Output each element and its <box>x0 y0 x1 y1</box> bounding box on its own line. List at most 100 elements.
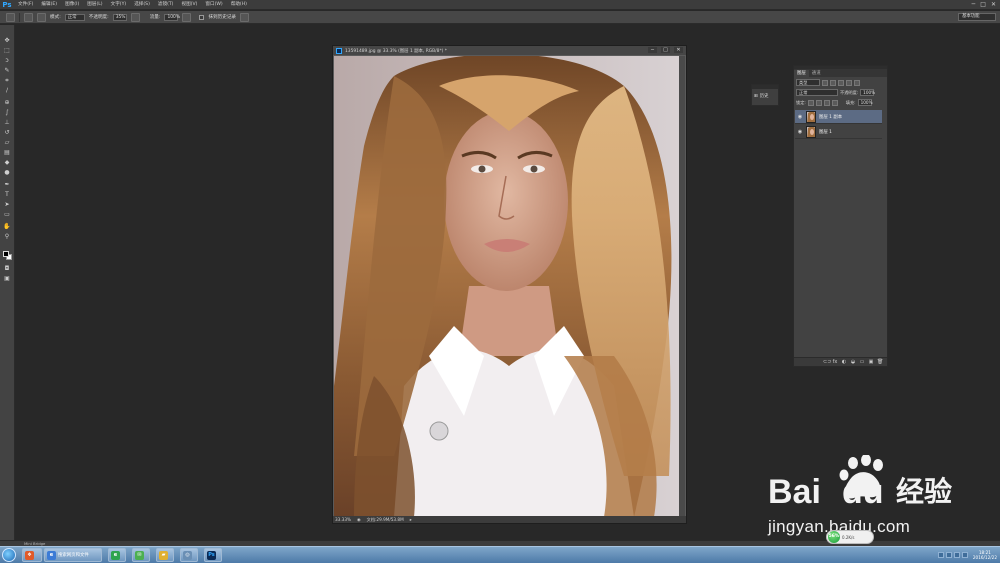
history-brush-tool-icon[interactable]: ↺ <box>3 129 11 136</box>
lasso-tool-icon[interactable]: ↄ <box>3 57 11 64</box>
crop-tool-icon[interactable]: ⌗ <box>3 77 11 84</box>
fill-field[interactable]: 100% <box>857 99 873 106</box>
clone-stamp-tool-icon[interactable]: ⊥ <box>3 119 11 126</box>
history-panel-button[interactable]: ⊞ 历史 <box>754 93 768 100</box>
menu-layer[interactable]: 图层(L) <box>83 0 106 10</box>
photoshop-window: Ps 文件(F) 编辑(E) 图像(I) 图层(L) 文字(Y) 选择(S) 滤… <box>0 0 1000 563</box>
menu-edit[interactable]: 编辑(E) <box>37 0 61 10</box>
tab-layers[interactable]: 图层 <box>794 70 809 77</box>
move-tool-icon[interactable]: ✥ <box>3 37 11 44</box>
doc-close-icon[interactable]: ✕ <box>674 47 683 53</box>
layer-row[interactable]: ◉ 图层 1 <box>795 125 882 139</box>
blur-tool-icon[interactable]: ◆ <box>3 159 11 166</box>
airbrush-icon[interactable] <box>182 12 192 22</box>
shape-tool-icon[interactable]: ▭ <box>3 211 11 218</box>
menu-file[interactable]: 文件(F) <box>14 0 37 10</box>
visibility-eye-icon[interactable]: ◉ <box>797 129 803 135</box>
taskbar-app-button[interactable]: ✉ <box>132 548 150 562</box>
lock-image-icon[interactable] <box>815 99 822 106</box>
system-clock[interactable]: 18:21 2016/12/22 <box>973 550 997 560</box>
menu-type[interactable]: 文字(Y) <box>107 0 131 10</box>
marquee-tool-icon[interactable]: ⬚ <box>3 47 11 54</box>
pressure-opacity-icon[interactable] <box>130 12 140 22</box>
eyedropper-tool-icon[interactable]: ∕ <box>3 87 11 94</box>
document-title-bar[interactable]: 13591489.jpg @ 33.3% (图层 1 副本, RGB/8*) *… <box>333 46 686 55</box>
tray-volume-icon[interactable] <box>953 552 960 558</box>
tray-network-icon[interactable] <box>945 552 952 558</box>
brush-tool-icon[interactable]: ∫ <box>3 109 11 116</box>
lock-position-icon[interactable] <box>823 99 830 106</box>
new-layer-icon[interactable]: ▣ <box>868 359 874 365</box>
screen-mode-icon[interactable]: ▣ <box>3 275 11 282</box>
filter-pixel-icon[interactable] <box>822 79 828 86</box>
network-speed-widget[interactable]: 56% 0.2K/s <box>826 530 874 544</box>
filter-shape-icon[interactable] <box>846 79 852 86</box>
adjustment-layer-icon[interactable]: ◒ <box>850 359 856 365</box>
flow-field[interactable]: 100% <box>164 13 180 21</box>
taskbar-app-button[interactable]: ❖ <box>22 548 42 562</box>
mode-select[interactable]: 正常 <box>64 13 85 21</box>
pen-tool-icon[interactable]: ✒ <box>3 181 11 188</box>
opacity-field[interactable]: 35% <box>112 13 127 21</box>
menu-filter[interactable]: 滤镜(T) <box>154 0 178 10</box>
minimize-icon[interactable]: ─ <box>972 1 976 9</box>
taskbar-app-button[interactable]: e <box>108 548 126 562</box>
close-icon[interactable]: ✕ <box>991 1 996 9</box>
tray-ime-icon[interactable] <box>961 552 968 558</box>
healing-brush-tool-icon[interactable]: ⊕ <box>3 99 11 106</box>
layer-style-icon[interactable]: fx <box>832 359 838 365</box>
filter-type-icon[interactable] <box>838 79 844 86</box>
menu-window[interactable]: 窗口(W) <box>201 0 226 10</box>
lock-all-icon[interactable] <box>831 99 838 106</box>
taskbar-photoshop-button[interactable]: Ps <box>204 548 222 562</box>
type-tool-icon[interactable]: T <box>3 191 11 198</box>
taskbar-app-button[interactable]: ▰ <box>156 548 174 562</box>
brush-panel-icon[interactable] <box>37 12 46 22</box>
start-button[interactable] <box>2 548 16 562</box>
layer-opacity-field[interactable]: 100% <box>860 89 875 96</box>
new-group-icon[interactable]: ▭ <box>859 359 865 365</box>
brush-preset-icon[interactable] <box>24 12 33 22</box>
delete-layer-icon[interactable]: 🗑 <box>877 359 883 365</box>
layer-name[interactable]: 图层 1 副本 <box>819 114 842 120</box>
doc-minimize-icon[interactable]: ─ <box>648 47 657 53</box>
menu-select[interactable]: 选择(S) <box>130 0 154 10</box>
doc-maximize-icon[interactable]: □ <box>661 47 670 53</box>
taskbar-search-button[interactable]: e 搜索网页和文件 <box>44 548 102 562</box>
layer-row[interactable]: ◉ 图层 1 副本 <box>795 110 882 124</box>
eraser-tool-icon[interactable]: ▱ <box>3 139 11 146</box>
history-brush-tool-icon[interactable] <box>6 12 15 22</box>
taskbar-app-button[interactable]: ◎ <box>180 548 198 562</box>
status-menu-arrow-icon[interactable]: ▸ <box>410 517 412 522</box>
image-canvas[interactable] <box>334 56 679 517</box>
gradient-tool-icon[interactable]: ▤ <box>3 149 11 156</box>
document-scrollbar[interactable] <box>679 56 685 517</box>
quick-select-tool-icon[interactable]: ✎ <box>3 67 11 74</box>
tab-channels[interactable]: 通道 <box>809 70 824 77</box>
dodge-tool-icon[interactable]: ● <box>3 169 11 176</box>
workspace-select[interactable]: 基本功能 <box>958 13 996 21</box>
hand-tool-icon[interactable]: ✋ <box>3 223 11 230</box>
quick-mask-icon[interactable]: ◘ <box>3 265 11 272</box>
filter-smart-icon[interactable] <box>854 79 860 86</box>
zoom-level[interactable]: 33.33% <box>335 517 351 522</box>
visibility-eye-icon[interactable]: ◉ <box>797 114 803 120</box>
filter-kind-select[interactable]: 类型 <box>796 79 820 86</box>
foreground-color-swatch[interactable] <box>3 251 9 257</box>
link-layers-icon[interactable]: ⊂⊃ <box>823 359 831 365</box>
menu-help[interactable]: 帮助(H) <box>227 0 251 10</box>
layer-name[interactable]: 图层 1 <box>819 129 832 135</box>
path-select-tool-icon[interactable]: ➤ <box>3 201 11 208</box>
zoom-tool-icon[interactable]: ⚲ <box>3 233 11 240</box>
menu-view[interactable]: 视图(V) <box>177 0 201 10</box>
layer-mask-icon[interactable]: ◐ <box>841 359 847 365</box>
tray-app-icon[interactable] <box>937 552 944 558</box>
maximize-icon[interactable]: □ <box>980 1 986 9</box>
filter-adjust-icon[interactable] <box>830 79 836 86</box>
pressure-size-icon[interactable] <box>240 12 250 22</box>
erase-history-checkbox[interactable] <box>199 14 205 20</box>
panel-grip[interactable] <box>752 85 778 89</box>
menu-image[interactable]: 图像(I) <box>61 0 83 10</box>
blend-mode-select[interactable]: 正常 <box>796 89 838 96</box>
lock-transparent-icon[interactable] <box>807 99 814 106</box>
